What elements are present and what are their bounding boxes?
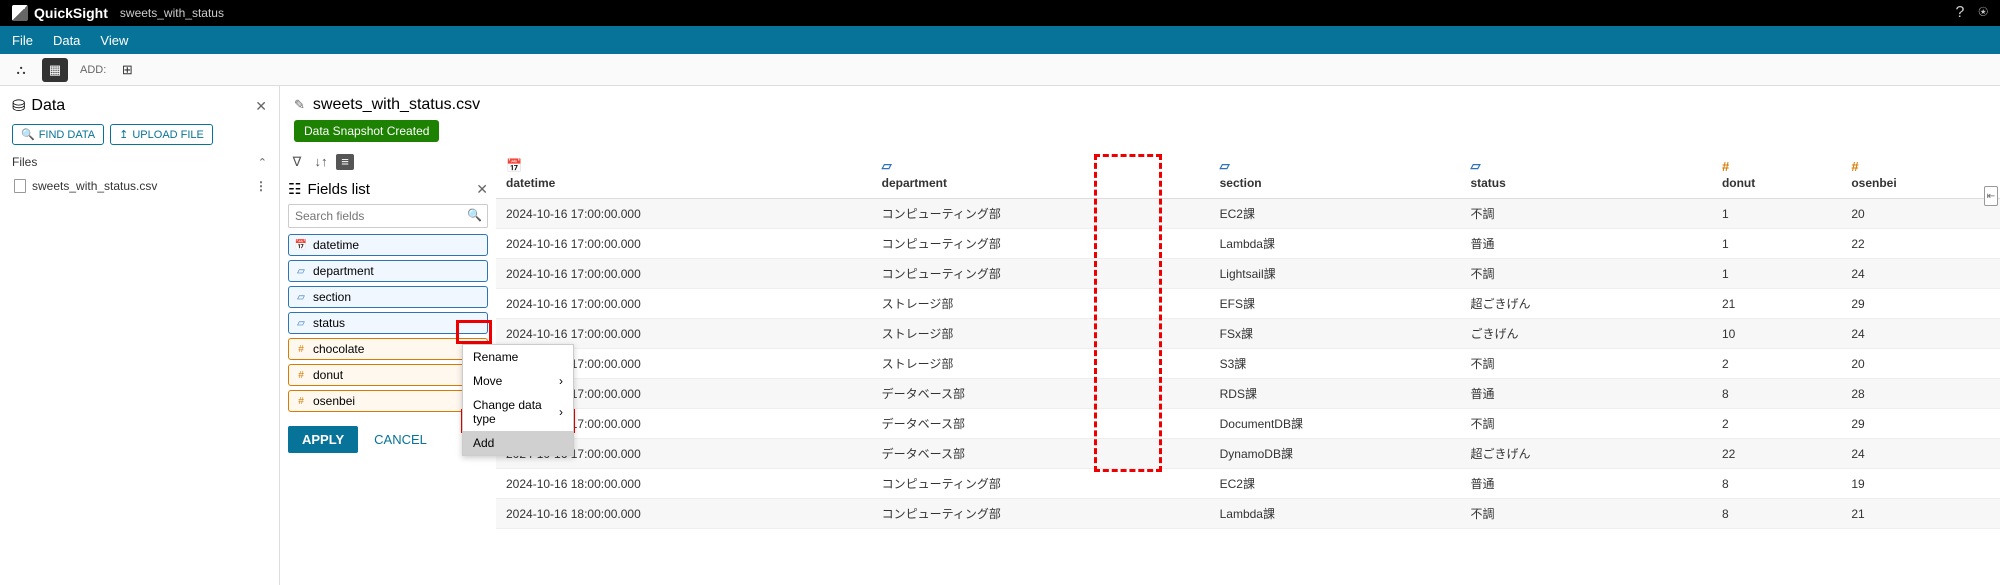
filter-icon[interactable]: ∇	[288, 154, 306, 170]
upload-icon: ↥	[119, 128, 128, 141]
logo-icon	[12, 5, 28, 21]
type-icon: #	[295, 395, 307, 407]
data-preview-table: 📅datetime▱department▱section▱status #don…	[496, 152, 2000, 585]
sort-icon[interactable]: ↓↑	[312, 154, 330, 170]
column-empty[interactable]	[1655, 152, 1712, 199]
type-icon: ▱	[882, 158, 1200, 174]
table-row[interactable]: 2024-10-16 18:00:00.000コンピューティング部Lambda課…	[496, 499, 2000, 529]
pencil-icon[interactable]: ✎	[294, 97, 305, 113]
file-menu-dots[interactable]: ⋮	[255, 179, 265, 193]
fields-icon: ☷	[288, 180, 301, 198]
data-sidebar: ⛁ Data ✕ 🔍 FIND DATA ↥ UPLOAD FILE Files…	[0, 86, 280, 585]
type-icon: #	[1722, 159, 1831, 174]
column-status[interactable]: ▱status	[1460, 152, 1654, 199]
table-view-button[interactable]: ▦	[42, 58, 68, 82]
field-osenbei[interactable]: #osenbei	[288, 390, 488, 412]
search-icon: 🔍	[21, 128, 35, 141]
menu-move[interactable]: Move›	[463, 369, 573, 393]
menu-rename[interactable]: Rename	[463, 345, 573, 369]
add-label: ADD:	[80, 64, 106, 76]
type-icon: ▱	[295, 317, 307, 329]
menu-data[interactable]: Data	[53, 33, 80, 48]
add-button[interactable]: ⊞	[114, 58, 140, 82]
file-name: sweets_with_status.csv	[32, 179, 157, 193]
table-row[interactable]: 2024-10-16 17:00:00.000データベース部DynamoDB課超…	[496, 439, 2000, 469]
chevron-up-icon[interactable]: ⌃	[258, 156, 267, 169]
fields-title: Fields list	[307, 181, 370, 198]
type-icon: 📅	[506, 158, 862, 174]
type-icon: ▱	[295, 265, 307, 277]
type-icon: #	[1851, 159, 1990, 174]
apply-button[interactable]: APPLY	[288, 426, 358, 453]
table-row[interactable]: 2024-10-16 17:00:00.000データベース部RDS課普通828	[496, 379, 2000, 409]
list-icon[interactable]: ≡	[336, 154, 354, 170]
chevron-right-icon: ›	[559, 405, 563, 419]
menu-add[interactable]: Add	[463, 431, 573, 455]
field-donut[interactable]: #donut	[288, 364, 488, 386]
upload-file-button[interactable]: ↥ UPLOAD FILE	[110, 124, 213, 145]
content-filename: sweets_with_status.csv	[313, 96, 480, 114]
field-status[interactable]: ▱status	[288, 312, 488, 334]
logo[interactable]: QuickSight	[12, 5, 108, 21]
table-row[interactable]: 2024-10-16 18:00:00.000コンピューティング部EC2課普通8…	[496, 469, 2000, 499]
search-icon[interactable]: 🔍	[467, 208, 482, 222]
column-section[interactable]: ▱section	[1210, 152, 1461, 199]
help-icon[interactable]: ?	[1955, 4, 1964, 22]
type-icon: #	[295, 343, 307, 355]
search-input[interactable]	[288, 204, 488, 228]
data-panel-title: Data	[31, 97, 65, 115]
menu-file[interactable]: File	[12, 33, 33, 48]
table-row[interactable]: 2024-10-16 17:00:00.000ストレージ部S3課不調220	[496, 349, 2000, 379]
topbar: QuickSight sweets_with_status ? ⍟	[0, 0, 2000, 26]
menu-change-type[interactable]: Change data type›	[463, 393, 573, 431]
type-icon: ▱	[1220, 158, 1451, 174]
chevron-right-icon: ›	[559, 374, 563, 388]
table-row[interactable]: 2024-10-16 17:00:00.000ストレージ部EFS課超ごきげん21…	[496, 289, 2000, 319]
files-label: Files	[12, 155, 37, 169]
field-chocolate[interactable]: #chocolate⋮	[288, 338, 488, 360]
tab-title: sweets_with_status	[120, 6, 224, 20]
table-row[interactable]: 2024-10-16 17:00:00.000コンピューティング部EC2課不調1…	[496, 199, 2000, 229]
menubar: File Data View	[0, 26, 2000, 54]
field-datetime[interactable]: 📅datetime	[288, 234, 488, 256]
type-icon: 📅	[295, 239, 307, 251]
column-datetime[interactable]: 📅datetime	[496, 152, 872, 199]
type-icon: ▱	[295, 291, 307, 303]
database-icon: ⛁	[12, 96, 25, 116]
field-section[interactable]: ▱section	[288, 286, 488, 308]
find-data-button[interactable]: 🔍 FIND DATA	[12, 124, 104, 145]
product-name: QuickSight	[34, 5, 108, 21]
table-row[interactable]: 2024-10-16 17:00:00.000コンピューティング部Lightsa…	[496, 259, 2000, 289]
schema-view-button[interactable]: ⛬	[8, 58, 34, 82]
user-icon[interactable]: ⍟	[1978, 4, 1988, 22]
file-item[interactable]: sweets_with_status.csv ⋮	[12, 175, 267, 197]
table-row[interactable]: 2024-10-16 17:00:00.000コンピューティング部Lambda課…	[496, 229, 2000, 259]
context-menu: Rename Move› Change data type› Add	[462, 344, 574, 456]
menu-view[interactable]: View	[100, 33, 128, 48]
close-fields-icon[interactable]: ✕	[476, 181, 488, 198]
content-area: ✎ sweets_with_status.csv Data Snapshot C…	[280, 86, 2000, 585]
type-icon: #	[295, 369, 307, 381]
column-osenbei[interactable]: #osenbei	[1841, 152, 2000, 199]
file-icon	[14, 179, 26, 193]
table-row[interactable]: 2024-10-16 17:00:00.000データベース部DocumentDB…	[496, 409, 2000, 439]
table-row[interactable]: 2024-10-16 17:00:00.000ストレージ部FSx課ごきげん102…	[496, 319, 2000, 349]
cancel-button[interactable]: CANCEL	[374, 432, 427, 447]
close-icon[interactable]: ✕	[255, 98, 267, 115]
field-department[interactable]: ▱department	[288, 260, 488, 282]
column-department[interactable]: ▱department	[872, 152, 1210, 199]
fields-panel: ∇ ↓↑ ≡ ☷ Fields list ✕ 🔍 📅datetime ▱depar…	[280, 152, 496, 585]
toolbar: ⛬ ▦ ADD: ⊞	[0, 54, 2000, 86]
collapse-handle[interactable]: ⇤	[1984, 186, 1998, 206]
type-icon: ▱	[1470, 158, 1644, 174]
column-donut[interactable]: #donut	[1712, 152, 1841, 199]
snapshot-badge: Data Snapshot Created	[294, 120, 439, 142]
